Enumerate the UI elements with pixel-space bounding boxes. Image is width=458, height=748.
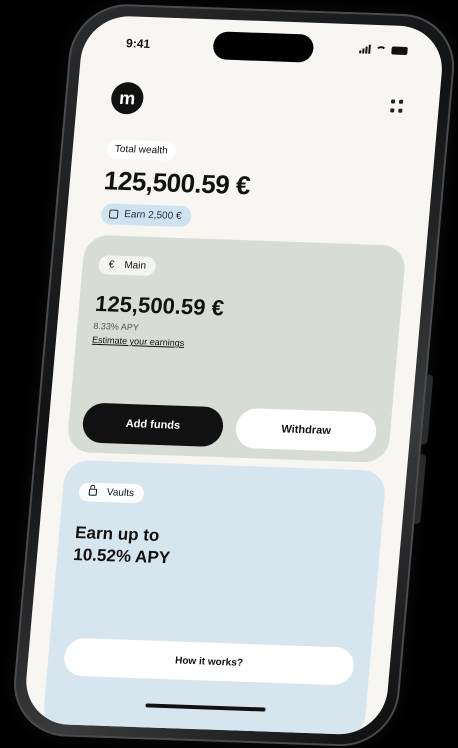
earn-badge-label: Earn 2,500 € xyxy=(123,209,182,222)
earn-badge[interactable]: Earn 2,500 € xyxy=(100,203,193,228)
vaults-title: Earn up to 10.52% APY xyxy=(72,522,276,573)
wifi-icon xyxy=(375,45,387,55)
status-time: 9:41 xyxy=(125,36,151,52)
how-it-works-button[interactable]: How it works? xyxy=(62,637,356,686)
lock-icon xyxy=(88,488,98,496)
logo-letter: m xyxy=(118,87,137,108)
euro-icon: € xyxy=(108,259,115,271)
app-screen: 9:41 m Total wealth 125,500.59 € Earn 2,… xyxy=(22,14,446,736)
signal-icon xyxy=(359,44,371,54)
status-icons xyxy=(359,44,408,56)
vaults-pill: Vaults xyxy=(78,482,145,504)
dynamic-island xyxy=(211,31,315,63)
withdraw-button[interactable]: Withdraw xyxy=(234,407,378,453)
main-account-pill: € Main xyxy=(97,255,157,277)
total-wealth-label: Total wealth xyxy=(106,139,177,161)
main-balance: 125,500.59 € xyxy=(94,290,225,321)
total-wealth-value: 125,500.59 € xyxy=(102,165,252,201)
main-account-card[interactable]: € Main 125,500.59 € 8.33% APY Estimate y… xyxy=(66,234,407,464)
main-apy: 8.33% APY xyxy=(92,320,140,333)
menu-grid-icon[interactable] xyxy=(390,99,405,113)
vaults-name: Vaults xyxy=(106,487,135,500)
estimate-earnings-link[interactable]: Estimate your earnings xyxy=(92,335,185,348)
add-funds-button[interactable]: Add funds xyxy=(81,402,225,448)
battery-icon xyxy=(391,46,408,56)
earn-icon xyxy=(108,209,119,219)
vaults-card[interactable]: Vaults Earn up to 10.52% APY How it work… xyxy=(42,459,387,736)
app-logo[interactable]: m xyxy=(109,81,145,115)
phone-mockup: 9:41 m Total wealth 125,500.59 € Earn 2,… xyxy=(9,2,458,748)
main-account-name: Main xyxy=(123,259,147,272)
